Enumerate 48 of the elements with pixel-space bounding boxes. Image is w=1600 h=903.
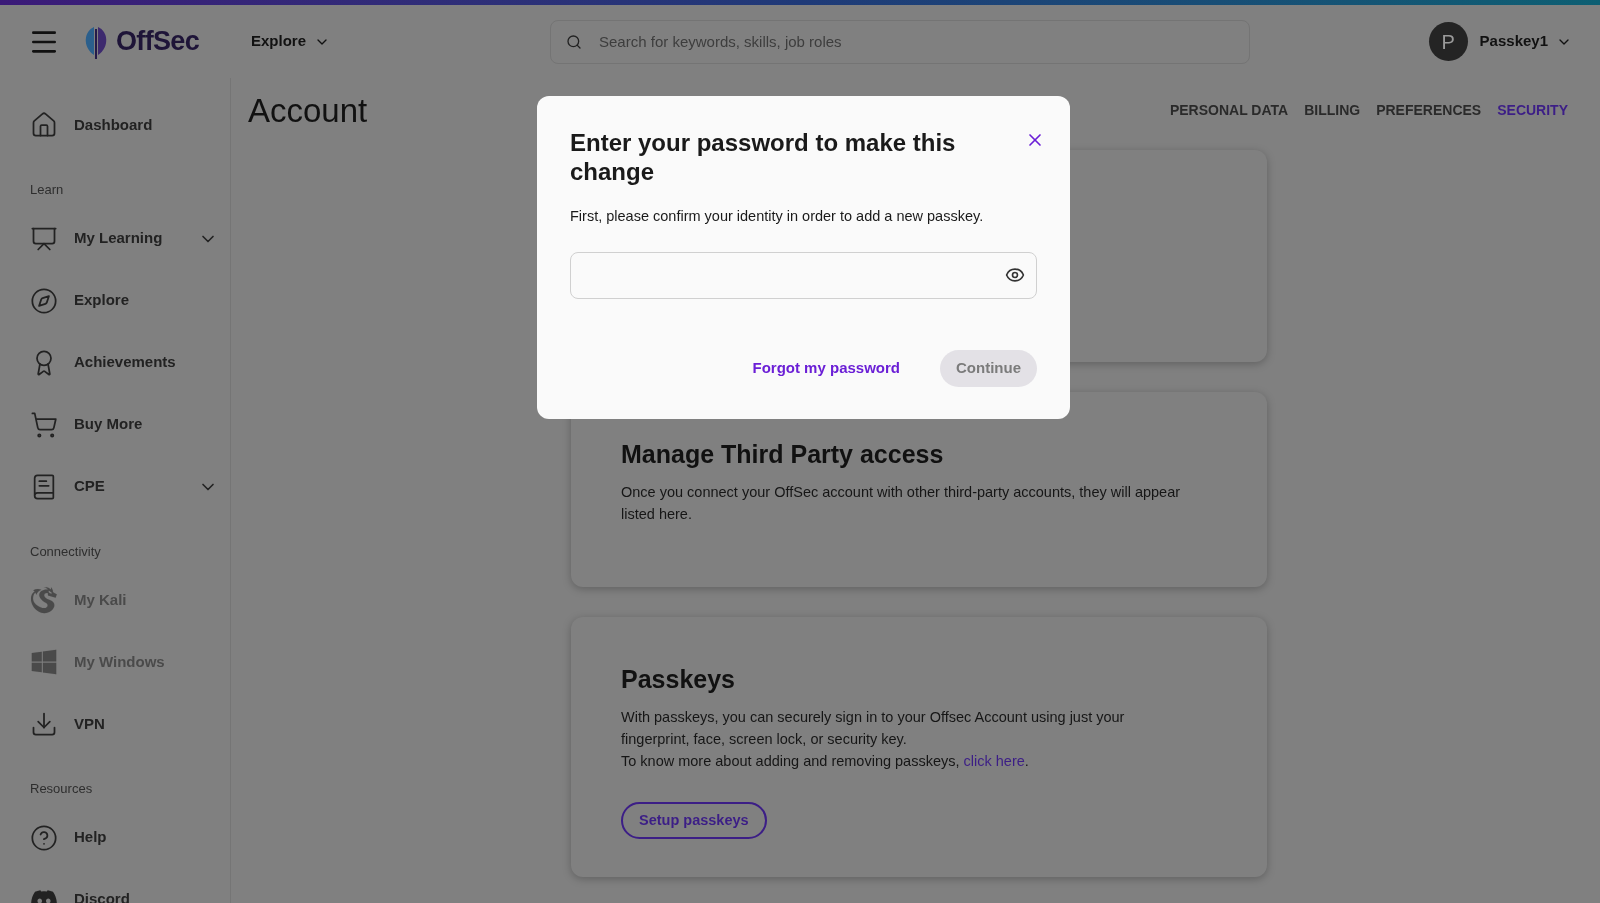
sidebar-item[interactable]: My Learning: [30, 211, 218, 266]
sidebar-item[interactable]: Help: [30, 810, 218, 865]
dialog-title: Enter your password to make this change: [570, 128, 957, 186]
tab[interactable]: BILLING: [1304, 100, 1361, 121]
password-field[interactable]: [570, 251, 1037, 299]
windows-icon: [30, 648, 58, 676]
card-title: Manage Third Party access: [621, 438, 945, 470]
tab[interactable]: SECURITY: [1497, 100, 1568, 121]
sidebar-section-label: Connectivity: [30, 542, 102, 561]
tab[interactable]: PERSONAL DATA: [1169, 100, 1289, 121]
sidebar-item[interactable]: CPE: [30, 459, 218, 514]
click-here-link[interactable]: click here: [963, 753, 1025, 769]
card-title: Passkeys: [621, 663, 736, 695]
sidebar-item[interactable]: VPN: [30, 697, 218, 751]
forgot-password-link[interactable]: Forgot my password: [752, 357, 900, 380]
sidebar-item[interactable]: Explore: [30, 273, 218, 328]
sidebar-item[interactable]: Achievements: [30, 335, 218, 390]
dragon-icon: [30, 586, 58, 614]
tab[interactable]: PREFERENCES: [1376, 100, 1482, 121]
sidebar-item[interactable]: Buy More: [30, 397, 218, 452]
card-text: To know more about adding and removing passkeys, click here.: [621, 752, 1030, 771]
sidebar-item-label: My Learning: [74, 228, 163, 249]
search-icon: [566, 33, 582, 50]
explore-menu[interactable]: Explore: [251, 30, 306, 53]
card-text: Once you connect your OffSec account with other third-party accounts, they will appear listed here.: [621, 483, 1182, 524]
setup-passkeys-button[interactable]: Setup passkeys: [621, 802, 767, 839]
user-name[interactable]: Passkey1: [1479, 30, 1548, 53]
cart-icon: [30, 410, 58, 439]
logo-text: OffSec: [116, 25, 199, 59]
download-icon: [30, 710, 58, 738]
sidebar-item-label: Help: [74, 827, 107, 848]
sidebar-item-label: VPN: [74, 713, 105, 734]
compass-icon: [30, 286, 58, 315]
sidebar-item-label: Explore: [74, 290, 130, 311]
search-field[interactable]: Search for keywords, skills, job roles: [550, 19, 1250, 64]
sidebar-item-label: CPE: [74, 476, 105, 497]
card-text: With passkeys, you can securely sign in to your Offsec Account using just your fingerprint, face, screen lock, or security key.: [621, 708, 1126, 749]
sidebar-section-label: Learn: [30, 181, 65, 199]
sidebar-section-label: Resources: [30, 780, 94, 798]
user-avatar[interactable]: P: [1428, 22, 1468, 61]
sidebar-item-label: Dashboard: [74, 114, 153, 135]
dialog-text: First, please confirm your identity in order to add a new passkey.: [570, 207, 985, 226]
page-title: Account: [248, 91, 368, 131]
home-icon: [30, 111, 58, 139]
help-icon: [30, 823, 58, 852]
sidebar-item-label: Achievements: [74, 352, 176, 373]
sidebar-item[interactable]: Dashboard: [30, 98, 218, 152]
sidebar-item-label: Buy More: [74, 414, 143, 435]
